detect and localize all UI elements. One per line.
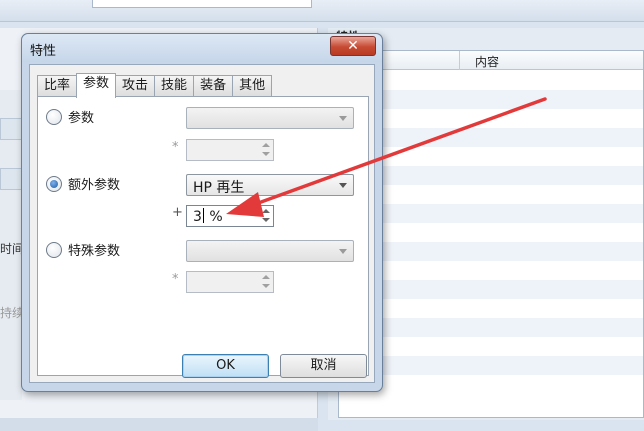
radio-label: 参数 [68, 111, 95, 126]
special-param-select[interactable] [186, 240, 354, 262]
dialog-client-area: 比率 参数 攻击 技能 装备 其他 参数 * 额外参数 HP 再生 + 3 % … [29, 64, 375, 383]
spinner-buttons [259, 272, 273, 292]
background-bottom-strip [0, 418, 318, 431]
ok-button[interactable]: OK [182, 354, 269, 378]
radio-label: 额外参数 [68, 178, 121, 193]
chevron-down-icon[interactable] [339, 116, 347, 121]
table-row[interactable] [339, 204, 643, 223]
close-icon: ✕ [347, 38, 359, 54]
cancel-button[interactable]: 取消 [280, 354, 367, 378]
spin-down-icon[interactable] [262, 218, 270, 222]
table-row[interactable] [339, 318, 643, 337]
radio-extra-param[interactable]: 额外参数 [46, 174, 120, 193]
spinner-buttons [259, 140, 273, 160]
extra-param-value-spinner[interactable]: 3 % [186, 205, 274, 227]
combo-value: HP 再生 [193, 180, 245, 196]
spinner-buttons [259, 206, 273, 226]
multiply-operator: * [172, 140, 179, 155]
table-row[interactable] [339, 166, 643, 185]
background-traits-table[interactable]: 内容 [338, 50, 644, 418]
radio-button[interactable] [46, 108, 62, 125]
tab-skills[interactable]: 技能 [154, 75, 195, 97]
traits-dialog: 特性 ✕ 比率 参数 攻击 技能 装备 其他 参数 * 额外参数 HP 再生 +… [21, 33, 383, 392]
spinner-unit: % [204, 209, 223, 225]
spin-up-icon[interactable] [262, 143, 270, 147]
tab-attack[interactable]: 攻击 [115, 75, 156, 97]
background-left-field[interactable] [0, 118, 22, 140]
params-tab-panel: 参数 * 额外参数 HP 再生 + 3 % 特殊参数 * [37, 96, 369, 376]
radio-button[interactable] [46, 175, 62, 192]
column-separator[interactable] [459, 51, 460, 70]
text-caret [202, 208, 204, 223]
background-left-field[interactable] [0, 168, 22, 190]
radio-param[interactable]: 参数 [46, 107, 94, 126]
special-param-value-spinner[interactable] [186, 271, 274, 293]
tab-rate[interactable]: 比率 [37, 75, 78, 97]
table-header: 内容 [339, 51, 643, 70]
radio-label: 特殊参数 [68, 244, 121, 259]
background-top-field[interactable] [92, 0, 312, 8]
column-header-content[interactable]: 内容 [475, 53, 499, 70]
param-select[interactable] [186, 107, 354, 129]
spin-down-icon[interactable] [262, 152, 270, 156]
plus-operator: + [172, 205, 183, 220]
close-button[interactable]: ✕ [330, 36, 376, 56]
tab-params[interactable]: 参数 [76, 73, 117, 98]
chevron-down-icon[interactable] [339, 249, 347, 254]
table-row[interactable] [339, 128, 643, 147]
radio-special-param[interactable]: 特殊参数 [46, 240, 120, 259]
spinner-number: 3 [193, 209, 202, 225]
tab-bar: 比率 参数 攻击 技能 装备 其他 [37, 73, 273, 98]
multiply-operator: * [172, 272, 179, 287]
radio-button[interactable] [46, 241, 62, 258]
spin-down-icon[interactable] [262, 284, 270, 288]
dialog-title: 特性 [30, 44, 57, 59]
table-row[interactable] [339, 242, 643, 261]
param-value-spinner[interactable] [186, 139, 274, 161]
tab-equipment[interactable]: 装备 [193, 75, 234, 97]
table-row[interactable] [339, 280, 643, 299]
chevron-down-icon[interactable] [339, 183, 347, 188]
table-row[interactable] [339, 356, 643, 375]
spin-up-icon[interactable] [262, 275, 270, 279]
extra-param-select[interactable]: HP 再生 [186, 174, 354, 196]
dialog-titlebar[interactable]: 特性 ✕ [22, 34, 382, 62]
table-row[interactable] [339, 90, 643, 109]
tab-other[interactable]: 其他 [232, 75, 273, 97]
spinner-value[interactable]: 3 % [193, 208, 223, 225]
spin-up-icon[interactable] [262, 209, 270, 213]
